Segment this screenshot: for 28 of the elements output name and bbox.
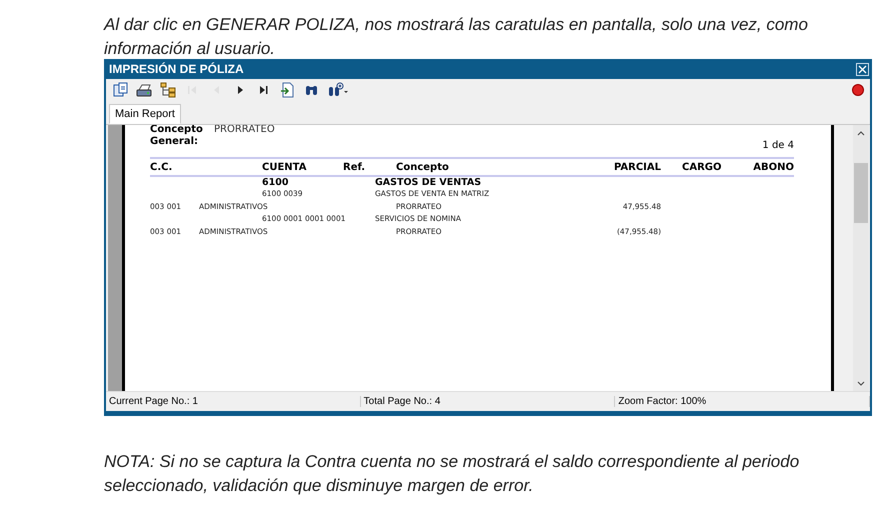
close-button[interactable]: [856, 62, 869, 76]
scrollbar[interactable]: [853, 125, 869, 391]
field-label: General:: [150, 136, 198, 149]
tree-icon[interactable]: [160, 82, 176, 98]
column-header: CUENTA: [262, 162, 308, 173]
print-icon[interactable]: [136, 82, 152, 98]
column-header: PARCIAL: [612, 162, 661, 173]
note-text: NOTA: Si no se captura la Contra cuenta no se mostrará el saldo correspondiente al periodo seleccionado, validación que disminuye margen de error.: [104, 451, 800, 497]
table-cell-text: GASTOS DE VENTAS: [375, 177, 482, 188]
column-header: CARGO: [681, 162, 722, 173]
status-text: Current Page No.: 1: [106, 396, 361, 407]
table-cell-text: 6100: [262, 177, 290, 188]
status-text: Total Page No.: 4: [360, 396, 616, 407]
zoom-icon[interactable]: [328, 82, 350, 98]
scrollbar-thumb[interactable]: [854, 163, 868, 223]
column-header: Ref.: [343, 162, 366, 173]
goto-icon[interactable]: [280, 82, 296, 98]
column-header: ABONO: [752, 162, 794, 173]
status-dot-icon: [852, 84, 864, 96]
report-tab[interactable]: Main Report: [109, 104, 181, 124]
column-header: Concepto: [395, 162, 450, 173]
page-count: 1 de 4: [762, 140, 794, 151]
export-icon[interactable]: [112, 82, 128, 98]
column-header: C.C.: [150, 162, 174, 173]
close-icon: [858, 64, 867, 74]
window-title: IMPRESIÓN DE PÓLIZA: [109, 62, 244, 76]
intro-text: Al dar clic en GENERAR POLIZA, nos mostrará las caratulas en pantalla, solo una vez, como información al usuario.: [104, 14, 809, 59]
status-text: Zoom Factor: 100%: [615, 396, 870, 407]
